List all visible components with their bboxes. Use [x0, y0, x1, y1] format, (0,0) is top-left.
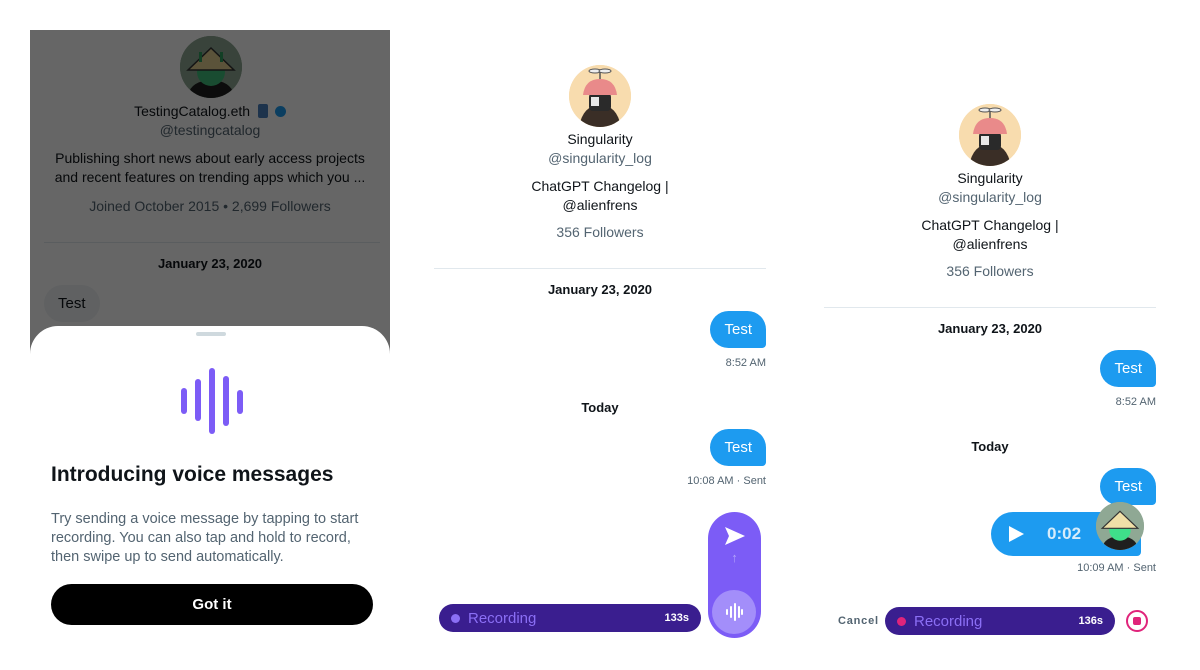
- divider: [824, 307, 1156, 308]
- profile-handle: @singularity_log: [938, 189, 1042, 205]
- sender-avatar: [1096, 502, 1144, 550]
- date-separator: January 23, 2020: [937, 321, 1043, 336]
- bio-line: ChatGPT Changelog |: [921, 217, 1059, 233]
- profile-handle: @singularity_log: [548, 150, 652, 166]
- waveform-icon: [726, 603, 743, 621]
- avatar-image: [569, 65, 631, 127]
- bio-line: ChatGPT Changelog |: [531, 178, 669, 194]
- swipe-to-send-control[interactable]: ↑: [708, 512, 761, 638]
- message-timestamp: 10:09 AM · Sent: [1077, 562, 1156, 574]
- profile-name: Singularity: [567, 131, 633, 147]
- send-icon[interactable]: [724, 526, 746, 546]
- stop-icon: [1133, 617, 1141, 625]
- message-timestamp: 8:52 AM: [1115, 396, 1156, 408]
- play-icon[interactable]: [1007, 525, 1025, 543]
- avatar-image: [1096, 502, 1144, 550]
- outgoing-message[interactable]: Test: [710, 311, 766, 348]
- message-timestamp: 10:08 AM · Sent: [687, 475, 766, 487]
- recording-dot-icon: [451, 613, 460, 623]
- recording-dot-icon: [897, 616, 906, 626]
- sheet-title: Introducing voice messages: [51, 463, 334, 486]
- recording-bar: Recording 133s: [439, 604, 701, 632]
- today-separator: Today: [971, 439, 1009, 454]
- message-timestamp: 8:52 AM: [725, 357, 766, 369]
- profile-meta: 356 Followers: [946, 263, 1034, 279]
- avatar-image: [959, 104, 1021, 166]
- waveform-icon: [181, 368, 243, 434]
- voice-intro-sheet: Introducing voice messages Try sending a…: [30, 326, 390, 650]
- got-it-button[interactable]: Got it: [51, 584, 373, 625]
- voice-message-sent-screen: Singularity @singularity_log ChatGPT Cha…: [824, 80, 1156, 650]
- sheet-grabber[interactable]: [196, 332, 226, 336]
- voice-intro-screen: TestingCatalog.eth @testingcatalog Publi…: [30, 30, 390, 650]
- recording-label: Recording: [914, 612, 983, 630]
- avatar-singularity[interactable]: [569, 65, 631, 127]
- recording-timer: 136s: [1078, 615, 1103, 627]
- date-separator: January 23, 2020: [547, 282, 653, 297]
- recording-label: Recording: [468, 609, 537, 627]
- outgoing-message[interactable]: Test: [710, 429, 766, 466]
- outgoing-message[interactable]: Test: [1100, 350, 1156, 387]
- avatar-singularity[interactable]: [959, 104, 1021, 166]
- recording-bar: Recording 136s: [885, 607, 1115, 635]
- profile-meta: 356 Followers: [556, 224, 644, 240]
- today-separator: Today: [581, 400, 619, 415]
- stop-recording-button[interactable]: [1126, 610, 1148, 632]
- arrow-up-icon: ↑: [731, 550, 738, 565]
- divider: [434, 268, 766, 269]
- record-button[interactable]: [712, 590, 756, 634]
- profile-bio: ChatGPT Changelog | @alienfrens: [824, 216, 1156, 254]
- cancel-button[interactable]: Cancel: [838, 615, 879, 627]
- recording-screen: Singularity @singularity_log ChatGPT Cha…: [434, 40, 766, 650]
- profile-bio: ChatGPT Changelog | @alienfrens: [434, 177, 766, 215]
- sheet-description: Try sending a voice message by tapping t…: [51, 511, 359, 565]
- bio-line: @alienfrens: [952, 236, 1028, 252]
- profile-name: Singularity: [957, 170, 1023, 186]
- outgoing-message[interactable]: Test: [1100, 468, 1156, 505]
- voice-duration: 0:02: [1047, 524, 1082, 543]
- recording-timer: 133s: [664, 612, 689, 624]
- bio-line: @alienfrens: [562, 197, 638, 213]
